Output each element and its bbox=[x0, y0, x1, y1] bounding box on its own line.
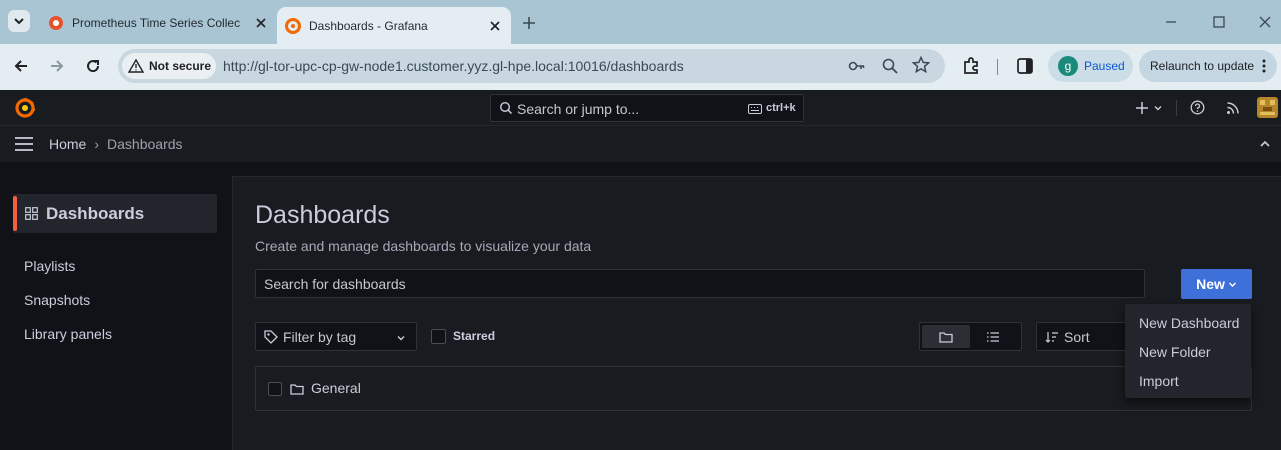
search-jump-placeholder: Search or jump to... bbox=[517, 101, 640, 117]
grafana-favicon-icon bbox=[49, 16, 63, 30]
grafana-favicon-icon bbox=[285, 17, 301, 34]
list-view-icon[interactable] bbox=[986, 331, 1000, 343]
menu-item-import[interactable]: Import bbox=[1139, 373, 1179, 389]
browser-tab-grafana[interactable]: Dashboards - Grafana bbox=[277, 7, 511, 44]
reload-icon[interactable] bbox=[84, 57, 102, 75]
menu-item-new-dashboard[interactable]: New Dashboard bbox=[1139, 315, 1239, 331]
page-subtitle: Create and manage dashboards to visualiz… bbox=[255, 238, 592, 254]
warning-triangle-icon bbox=[128, 58, 144, 73]
maximize-icon[interactable] bbox=[1212, 15, 1226, 29]
security-chip[interactable]: Not secure bbox=[122, 53, 216, 79]
forward-arrow-icon[interactable] bbox=[48, 57, 66, 75]
starred-label: Starred bbox=[453, 329, 496, 343]
window-close-icon[interactable] bbox=[1258, 15, 1272, 29]
browser-toolbar: Not secure http://gl-tor-upc-cp-gw-node1… bbox=[0, 44, 1281, 90]
menu-hamburger-icon[interactable] bbox=[14, 136, 34, 152]
avatar-pattern-icon bbox=[1260, 100, 1275, 115]
add-plus-icon[interactable] bbox=[1135, 101, 1149, 115]
new-button[interactable]: New bbox=[1181, 269, 1252, 299]
browser-tab-prometheus[interactable]: Prometheus Time Series Collect bbox=[40, 8, 275, 38]
grafana-topbar: Search or jump to... ctrl+k bbox=[0, 90, 1281, 126]
search-icon bbox=[499, 101, 513, 115]
sidebar-item-dashboards[interactable]: Dashboards bbox=[13, 194, 217, 233]
view-toggle bbox=[919, 322, 1022, 351]
folder-row-general[interactable]: General bbox=[255, 366, 1252, 411]
folder-view-button[interactable] bbox=[922, 325, 970, 348]
page-title: Dashboards bbox=[255, 201, 390, 229]
shortcut-hint: ctrl+k bbox=[766, 102, 796, 114]
profile-paused-button[interactable]: g Paused bbox=[1048, 50, 1133, 82]
folder-icon bbox=[939, 332, 953, 343]
help-icon[interactable] bbox=[1190, 100, 1205, 115]
breadcrumb-home[interactable]: Home bbox=[49, 136, 86, 152]
folder-checkbox[interactable] bbox=[268, 382, 282, 396]
keyboard-icon bbox=[748, 104, 762, 114]
avatar: g bbox=[1058, 56, 1078, 76]
chevron-down-icon bbox=[397, 336, 405, 341]
menu-item-new-folder[interactable]: New Folder bbox=[1139, 344, 1211, 360]
rss-news-icon[interactable] bbox=[1226, 101, 1240, 115]
breadcrumb: Home › Dashboards bbox=[49, 136, 183, 152]
zoom-icon[interactable] bbox=[881, 57, 899, 75]
sidebar-title: Dashboards bbox=[46, 204, 145, 223]
toolbar-divider bbox=[997, 59, 998, 75]
relaunch-label: Relaunch to update bbox=[1150, 59, 1255, 73]
extensions-puzzle-icon[interactable] bbox=[961, 56, 981, 76]
profile-status: Paused bbox=[1084, 59, 1125, 73]
more-vert-icon bbox=[1262, 59, 1266, 73]
section-sidebar: Dashboards Playlists Snapshots Library p… bbox=[0, 162, 231, 450]
chevron-down-icon bbox=[14, 18, 24, 25]
apps-grid-icon bbox=[25, 207, 38, 220]
close-icon[interactable] bbox=[253, 15, 269, 31]
new-button-label: New bbox=[1196, 276, 1225, 292]
tag-icon bbox=[264, 330, 278, 344]
side-panel-icon[interactable] bbox=[1016, 57, 1034, 75]
profile-initial: g bbox=[1064, 59, 1072, 73]
close-icon[interactable] bbox=[487, 18, 503, 34]
search-jump-box[interactable]: Search or jump to... ctrl+k bbox=[490, 94, 804, 122]
user-avatar[interactable] bbox=[1257, 97, 1278, 118]
sort-label: Sort bbox=[1064, 329, 1090, 345]
breadcrumb-separator: › bbox=[94, 136, 100, 152]
chevron-up-icon[interactable] bbox=[1259, 138, 1271, 150]
key-icon[interactable] bbox=[848, 57, 866, 75]
breadcrumb-current: Dashboards bbox=[107, 136, 183, 152]
starred-checkbox[interactable] bbox=[431, 329, 446, 344]
tab-title: Prometheus Time Series Collect bbox=[72, 16, 240, 30]
sidebar-item-playlists[interactable]: Playlists bbox=[24, 258, 75, 274]
tab-search-button[interactable] bbox=[8, 10, 30, 32]
bookmark-star-icon[interactable] bbox=[912, 56, 930, 74]
security-label: Not secure bbox=[149, 59, 212, 73]
new-dropdown-menu: New Dashboard New Folder Import bbox=[1125, 304, 1251, 398]
grafana-logo-icon[interactable] bbox=[14, 97, 36, 119]
sidebar-item-library-panels[interactable]: Library panels bbox=[24, 326, 112, 342]
sort-amount-icon bbox=[1045, 332, 1058, 343]
dashboard-search-input[interactable] bbox=[255, 269, 1145, 298]
topbar-divider bbox=[1176, 100, 1177, 116]
chevron-down-icon[interactable] bbox=[1153, 103, 1163, 113]
url-text[interactable]: http://gl-tor-upc-cp-gw-node1.customer.y… bbox=[223, 58, 684, 74]
folder-name: General bbox=[311, 380, 361, 396]
main-content: Dashboards Create and manage dashboards … bbox=[232, 176, 1281, 450]
relaunch-button[interactable]: Relaunch to update bbox=[1139, 50, 1277, 82]
grafana-navbar: Home › Dashboards bbox=[0, 126, 1281, 162]
back-arrow-icon[interactable] bbox=[12, 57, 30, 75]
sidebar-item-snapshots[interactable]: Snapshots bbox=[24, 292, 90, 308]
browser-tabstrip: Prometheus Time Series Collect Dashboard… bbox=[0, 0, 1281, 44]
active-indicator bbox=[13, 196, 17, 231]
minimize-icon[interactable] bbox=[1164, 15, 1178, 29]
chevron-down-icon bbox=[1228, 282, 1236, 287]
filter-by-tag-select[interactable]: Filter by tag bbox=[255, 322, 417, 351]
address-bar[interactable]: Not secure http://gl-tor-upc-cp-gw-node1… bbox=[118, 49, 945, 83]
tab-title: Dashboards - Grafana bbox=[309, 18, 428, 33]
new-tab-plus-icon[interactable] bbox=[521, 15, 537, 31]
filter-tag-placeholder: Filter by tag bbox=[283, 329, 357, 345]
folder-icon bbox=[290, 384, 304, 395]
